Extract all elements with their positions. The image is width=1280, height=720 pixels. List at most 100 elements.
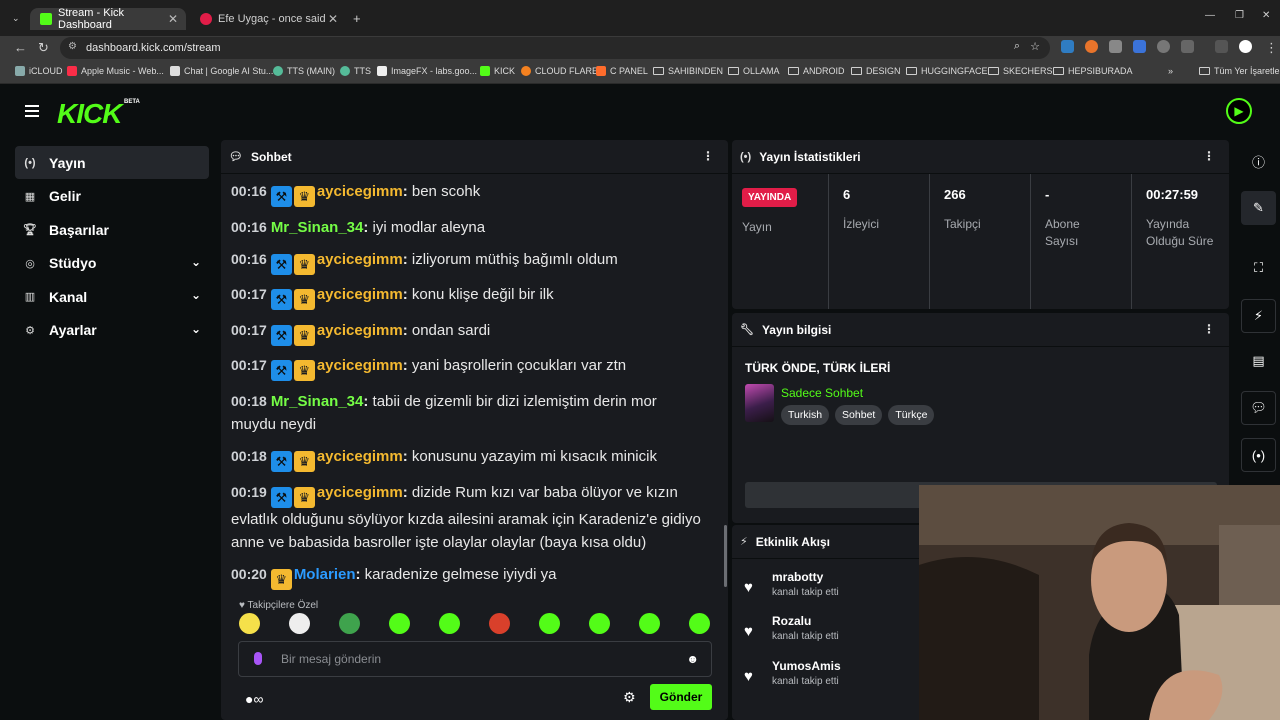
browser-menu-icon[interactable]: ⋮ <box>1265 40 1278 56</box>
chat-scrollbar[interactable] <box>724 525 727 587</box>
media-icon[interactable] <box>1215 40 1228 53</box>
heart-icon: ♥ <box>744 623 753 640</box>
emote-icon[interactable] <box>339 613 360 634</box>
sidebar-item-basarilar[interactable]: 🏆︎ Başarılar <box>15 213 209 246</box>
emote-icon[interactable] <box>539 613 560 634</box>
chat-username[interactable]: aycicegimm <box>317 183 403 200</box>
profile-icon[interactable] <box>1239 40 1252 53</box>
emote-icon[interactable] <box>489 613 510 634</box>
bookmark-item[interactable]: TTS (MAIN) <box>273 66 335 76</box>
emote-icon[interactable] <box>689 613 710 634</box>
close-tab-icon[interactable]: ✕ <box>168 12 178 26</box>
bookmark-item[interactable]: CLOUD FLARE <box>521 66 598 76</box>
chat-username[interactable]: aycicegimm <box>317 448 403 465</box>
extension-icon[interactable] <box>1085 40 1098 53</box>
send-button[interactable]: Gönder <box>650 684 712 710</box>
url-field[interactable]: ⚙ dashboard.kick.com/stream ⌕ ☆ <box>60 37 1050 59</box>
bookmark-item[interactable]: Chat | Google AI Stu... <box>170 66 273 76</box>
tag-chip[interactable]: Turkish <box>781 405 830 425</box>
chat-message-input[interactable]: Bir mesaj gönderin ☻ <box>238 641 712 677</box>
bookmark-star-icon[interactable]: ☆ <box>1030 40 1040 53</box>
reload-icon[interactable]: ↻ <box>38 40 49 56</box>
emoji-picker-icon[interactable]: ☻ <box>686 652 699 666</box>
sidebar-item-yayin[interactable]: (•) Yayın <box>15 146 209 179</box>
notes-icon[interactable]: ▤ <box>1241 344 1276 378</box>
extension-icon[interactable] <box>1109 40 1122 53</box>
broadcast-icon[interactable]: (•) <box>1241 438 1276 472</box>
folder-icon <box>851 67 862 75</box>
all-bookmarks-folder[interactable]: Tüm Yer İşaretleri <box>1199 66 1280 76</box>
site-info-icon[interactable]: ⚙ <box>68 41 77 52</box>
category-thumbnail[interactable] <box>745 384 774 422</box>
bookmark-item[interactable]: C PANEL <box>596 66 648 76</box>
bookmark-folder[interactable]: SKECHERS <box>988 66 1053 76</box>
restore-icon[interactable]: ❐ <box>1235 10 1244 21</box>
chat-username[interactable]: Mr_Sinan_34 <box>271 393 364 410</box>
tag-chip[interactable]: Türkçe <box>888 405 935 425</box>
bookmark-folder[interactable]: DESIGN <box>851 66 901 76</box>
microphone-icon[interactable] <box>254 652 262 665</box>
chat-settings-icon[interactable]: ⚙ <box>623 689 636 706</box>
zoom-icon[interactable]: ⌕ <box>1014 40 1020 53</box>
emote-icon[interactable] <box>289 613 310 634</box>
chat-username[interactable]: aycicegimm <box>317 357 403 374</box>
extension-icon[interactable] <box>1133 40 1146 53</box>
bookmark-folder[interactable]: HUGGINGFACE <box>906 66 988 76</box>
sidebar-item-ayarlar[interactable]: ⚙ Ayarlar ⌄ <box>15 314 209 347</box>
sidebar-item-kanal[interactable]: ▥ Kanal ⌄ <box>15 280 209 313</box>
chat-username[interactable]: aycicegimm <box>317 484 403 501</box>
more-options-icon[interactable]: ⋮ <box>1203 322 1215 336</box>
bookmark-folder[interactable]: HEPSIBURADA <box>1053 66 1133 76</box>
emote-icon[interactable] <box>389 613 410 634</box>
edit-icon[interactable]: ✎ <box>1241 191 1276 225</box>
bookmark-item[interactable]: Apple Music - Web... <box>67 66 164 76</box>
kick-points-icon[interactable]: ●∞ <box>245 691 263 707</box>
extension-icon[interactable] <box>1061 40 1074 53</box>
chat-bubble-icon[interactable]: 💬︎ <box>1241 391 1276 425</box>
emote-icon[interactable] <box>439 613 460 634</box>
bookmark-item[interactable]: KICK <box>480 66 515 76</box>
subscriber-crown-icon: ♛ <box>293 360 315 381</box>
chat-username[interactable]: aycicegimm <box>317 322 403 339</box>
emote-icon[interactable] <box>589 613 610 634</box>
tab-search-icon[interactable]: ⌄ <box>12 13 20 24</box>
bookmark-item[interactable]: iCLOUD <box>15 66 63 76</box>
close-tab-icon[interactable]: ✕ <box>328 12 338 26</box>
bookmark-folder[interactable]: OLLAMA <box>728 66 780 76</box>
user-avatar[interactable]: ▶ <box>1226 98 1252 124</box>
sidebar-item-gelir[interactable]: ▦ Gelir <box>15 180 209 213</box>
kick-dashboard: KICK BETA ▶ (•) Yayın ▦ Gelir 🏆︎ Başarılar … <box>0 85 1280 720</box>
more-options-icon[interactable]: ⋮ <box>702 149 714 163</box>
sidebar-item-studyo[interactable]: ◎ Stüdyo ⌄ <box>15 247 209 280</box>
bookmark-item[interactable]: ImageFX - labs.goo... <box>377 66 477 76</box>
extensions-puzzle-icon[interactable] <box>1181 40 1194 53</box>
chat-username[interactable]: Mr_Sinan_34 <box>271 219 364 236</box>
chat-username[interactable]: aycicegimm <box>317 286 403 303</box>
chat-username[interactable]: aycicegimm <box>317 251 403 268</box>
tag-chip[interactable]: Sohbet <box>835 405 883 425</box>
back-icon[interactable]: ← <box>14 40 27 55</box>
fullscreen-icon[interactable]: ⛶ <box>1241 251 1276 285</box>
tab-stream-dashboard[interactable]: Stream - Kick Dashboard ✕ <box>30 7 186 31</box>
menu-icon[interactable] <box>25 105 39 120</box>
emote-icon[interactable] <box>639 613 660 634</box>
extension-icon[interactable] <box>1157 40 1170 53</box>
new-tab-icon[interactable]: + <box>353 11 361 26</box>
cloudflare-icon <box>521 66 531 76</box>
bookmark-folder[interactable]: SAHIBINDEN <box>653 66 723 76</box>
bookmark-item[interactable]: TTS <box>340 66 371 76</box>
lightning-icon[interactable]: ⚡︎ <box>1241 299 1276 333</box>
stream-category[interactable]: Sadece Sohbet <box>781 386 863 400</box>
chat-message: 00:17 ⚒ ♛ aycicegimm: yani başrollerin çocu… <box>231 354 701 381</box>
minimize-icon[interactable]: — <box>1205 10 1215 21</box>
more-options-icon[interactable]: ⋮ <box>1203 149 1215 163</box>
message-text: konusunu yazayim mi kısacık minicik <box>411 448 657 465</box>
bookmark-folder[interactable]: ANDROID <box>788 66 845 76</box>
emote-icon[interactable] <box>239 613 260 634</box>
tab-youtube[interactable]: Efe Uygaç - once said videolari ✕ <box>190 8 346 30</box>
kick-logo[interactable]: KICK <box>57 98 122 130</box>
chat-username[interactable]: Molarien <box>294 566 356 583</box>
info-icon[interactable]: ⓘ <box>1241 144 1276 178</box>
close-window-icon[interactable]: ✕ <box>1262 10 1270 21</box>
more-bookmarks-icon[interactable]: » <box>1168 66 1173 76</box>
